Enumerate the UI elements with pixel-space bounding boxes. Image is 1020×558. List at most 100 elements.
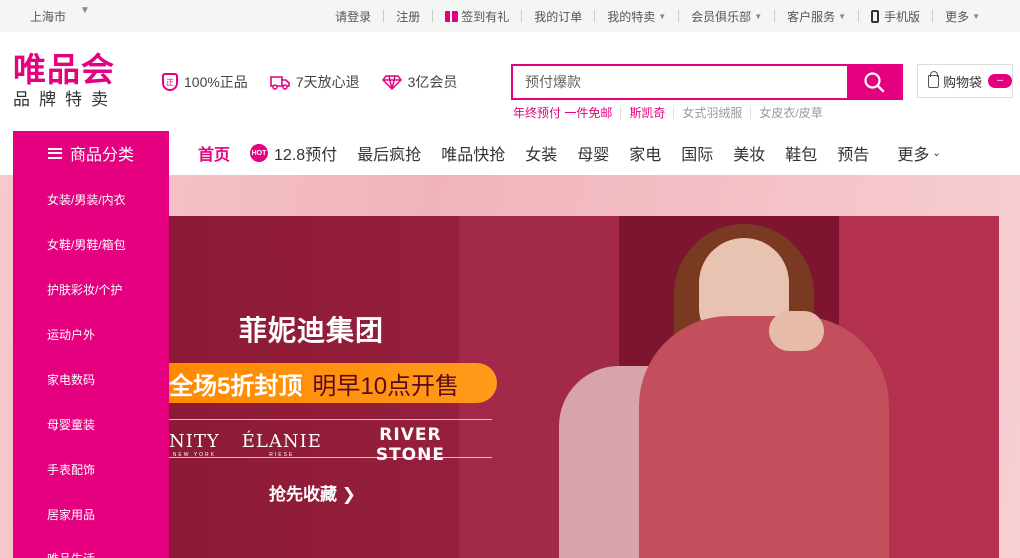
nav-item-last-chance[interactable]: 最后疯抢 (357, 141, 421, 165)
banner-frame: 菲妮迪集团 全场5折封顶 明早10点开售 NITY NEW YORK ÉLANI… (169, 216, 999, 558)
category-item[interactable]: 家电数码 (47, 371, 95, 388)
cart-label: 购物袋 (943, 74, 983, 90)
promise-label: 7天放心退 (295, 74, 360, 90)
hotword-link[interactable]: 斯凯奇 (621, 104, 673, 121)
banner-title: 菲妮迪集团 (239, 315, 385, 346)
banner-cta-link[interactable]: 抢先收藏 ❯ (269, 480, 356, 505)
logo-text: 唯品会 (13, 50, 115, 89)
my-orders-label: 我的订单 (534, 9, 583, 24)
divider (169, 457, 492, 458)
category-menu-label: 商品分类 (69, 147, 134, 164)
chevron-down-icon: ⌄ (932, 147, 941, 159)
shopping-bag-icon (928, 70, 939, 88)
brand-logo: ÉLANIE RIESE (241, 431, 322, 459)
nav-item-international[interactable]: 国际 (681, 141, 713, 165)
brand-name: NITY (169, 431, 220, 452)
brand-name: ÉLANIE (241, 431, 322, 452)
nav-item-beauty[interactable]: 美妆 (733, 141, 765, 165)
divider (169, 419, 492, 420)
customer-service-menu[interactable]: 客户服务 ▼ (775, 8, 858, 25)
mobile-label: 手机版 (884, 9, 921, 24)
member-club-menu[interactable]: 会员俱乐部 ▼ (679, 8, 774, 25)
nav-item-label: 更多 (897, 147, 930, 164)
my-deals-label: 我的特卖 (607, 9, 656, 24)
search-box (511, 64, 903, 100)
search-icon (864, 72, 885, 93)
register-link[interactable]: 注册 (384, 8, 432, 25)
promise-return: 7天放心退 (270, 72, 360, 92)
service-promises: 正 100%正品 7天放心退 3亿会员 (162, 72, 479, 92)
category-item[interactable]: 女鞋/男鞋/箱包 (47, 236, 126, 253)
nav-item-baby[interactable]: 母婴 (577, 141, 609, 165)
chevron-down-icon: ▼ (838, 11, 847, 21)
nav-item-presale[interactable]: HOT 12.8预付 (250, 141, 337, 165)
diamond-icon (381, 75, 402, 90)
city-selector[interactable]: 上海市 (30, 8, 66, 25)
category-item[interactable]: 母婴童装 (47, 416, 95, 433)
hot-search-words: 年终预付 一件免邮 斯凯奇 女式羽绒服 女皮衣/皮草 (513, 104, 831, 121)
nav-item-more[interactable]: 更多 ⌄ (897, 141, 940, 165)
banner-model-hand (769, 311, 824, 351)
brand-logo: RIVER STONE (344, 425, 477, 465)
banner-promo-strong: 全场5折封顶 (169, 372, 303, 400)
hot-icon: HOT (250, 144, 269, 162)
my-orders-link[interactable]: 我的订单 (522, 8, 594, 25)
chevron-down-icon[interactable]: ▼ (80, 5, 90, 16)
more-label: 更多 (945, 9, 970, 24)
login-link[interactable]: 请登录 (323, 8, 383, 25)
gift-icon (445, 10, 459, 22)
promise-label: 100%正品 (184, 74, 248, 90)
category-panel: 女装/男装/内衣 女鞋/男鞋/箱包 护肤彩妆/个护 运动户外 家电数码 母婴童装… (13, 175, 169, 558)
chevron-down-icon: ▼ (754, 11, 763, 21)
truck-icon (270, 76, 290, 90)
checkin-label: 签到有礼 (461, 9, 510, 24)
category-item[interactable]: 居家用品 (47, 506, 95, 523)
nav-item-flash[interactable]: 唯品快抢 (441, 141, 505, 165)
nav-item-appliances[interactable]: 家电 (629, 141, 661, 165)
customer-service-label: 客户服务 (787, 9, 836, 24)
brand-name: RIVER STONE (375, 425, 445, 465)
chevron-down-icon: ▼ (972, 11, 980, 21)
brand-logo: NITY NEW YORK (169, 431, 220, 459)
top-bar: 上海市 ▼ 请登录 注册 签到有礼 我的订单 我的特卖 ▼ 会员俱乐部 ▼ 客户服务… (0, 0, 1020, 32)
my-deals-menu[interactable]: 我的特卖 ▼ (595, 8, 678, 25)
site-logo[interactable]: 唯品会 品牌特卖 (13, 52, 138, 110)
shopping-bag-button[interactable]: 购物袋 – (917, 64, 1013, 98)
checkin-link[interactable]: 签到有礼 (433, 8, 521, 25)
banner-promo: 全场5折封顶 明早10点开售 (169, 363, 497, 403)
banner-brands: NITY NEW YORK ÉLANIE RIESE RIVER STONE (169, 425, 499, 465)
hotword-link[interactable]: 女皮衣/皮草 (751, 104, 830, 121)
chevron-down-icon: ▼ (658, 11, 667, 21)
category-menu-button[interactable]: 商品分类 (13, 131, 169, 175)
nav-item-preview[interactable]: 预告 (837, 141, 869, 165)
nav-item-label: 12.8预付 (274, 147, 338, 164)
more-menu[interactable]: 更多 ▼ (933, 8, 992, 25)
banner-promo-text: 明早10点开售 (312, 372, 460, 400)
menu-icon (47, 147, 62, 159)
shield-badge-icon: 正 (162, 73, 178, 91)
category-item[interactable]: 护肤彩妆/个护 (47, 281, 122, 298)
promise-label: 3亿会员 (407, 74, 458, 90)
category-item[interactable]: 女装/男装/内衣 (47, 191, 126, 208)
phone-icon (871, 9, 880, 23)
hotword-link[interactable]: 女式羽绒服 (674, 104, 750, 121)
banner-model-coat (639, 316, 889, 558)
nav-item-home[interactable]: 首页 (198, 141, 230, 165)
promise-members: 3亿会员 (381, 72, 458, 92)
top-nav: 请登录 注册 签到有礼 我的订单 我的特卖 ▼ 会员俱乐部 ▼ 客户服务 ▼ 手机版 … (323, 0, 992, 32)
category-item[interactable]: 手表配饰 (47, 461, 95, 478)
register-label: 注册 (396, 9, 421, 24)
cart-count-badge: – (988, 74, 1012, 88)
hotword-link[interactable]: 年终预付 一件免邮 (513, 104, 620, 121)
category-item[interactable]: 唯品生活 (47, 550, 95, 558)
nav-item-women[interactable]: 女装 (525, 141, 557, 165)
nav-item-shoes-bags[interactable]: 鞋包 (785, 141, 817, 165)
mobile-link[interactable]: 手机版 (859, 8, 932, 25)
promise-authentic: 正 100%正品 (162, 72, 248, 92)
search-button[interactable] (847, 66, 901, 98)
category-item[interactable]: 运动户外 (47, 326, 95, 343)
main-nav: 首页 HOT 12.8预付 最后疯抢 唯品快抢 女装 母婴 家电 国际 美妆 鞋包… (198, 131, 961, 175)
logo-slogan: 品牌特卖 (13, 90, 117, 109)
member-club-label: 会员俱乐部 (691, 9, 752, 24)
search-input[interactable] (513, 66, 847, 98)
